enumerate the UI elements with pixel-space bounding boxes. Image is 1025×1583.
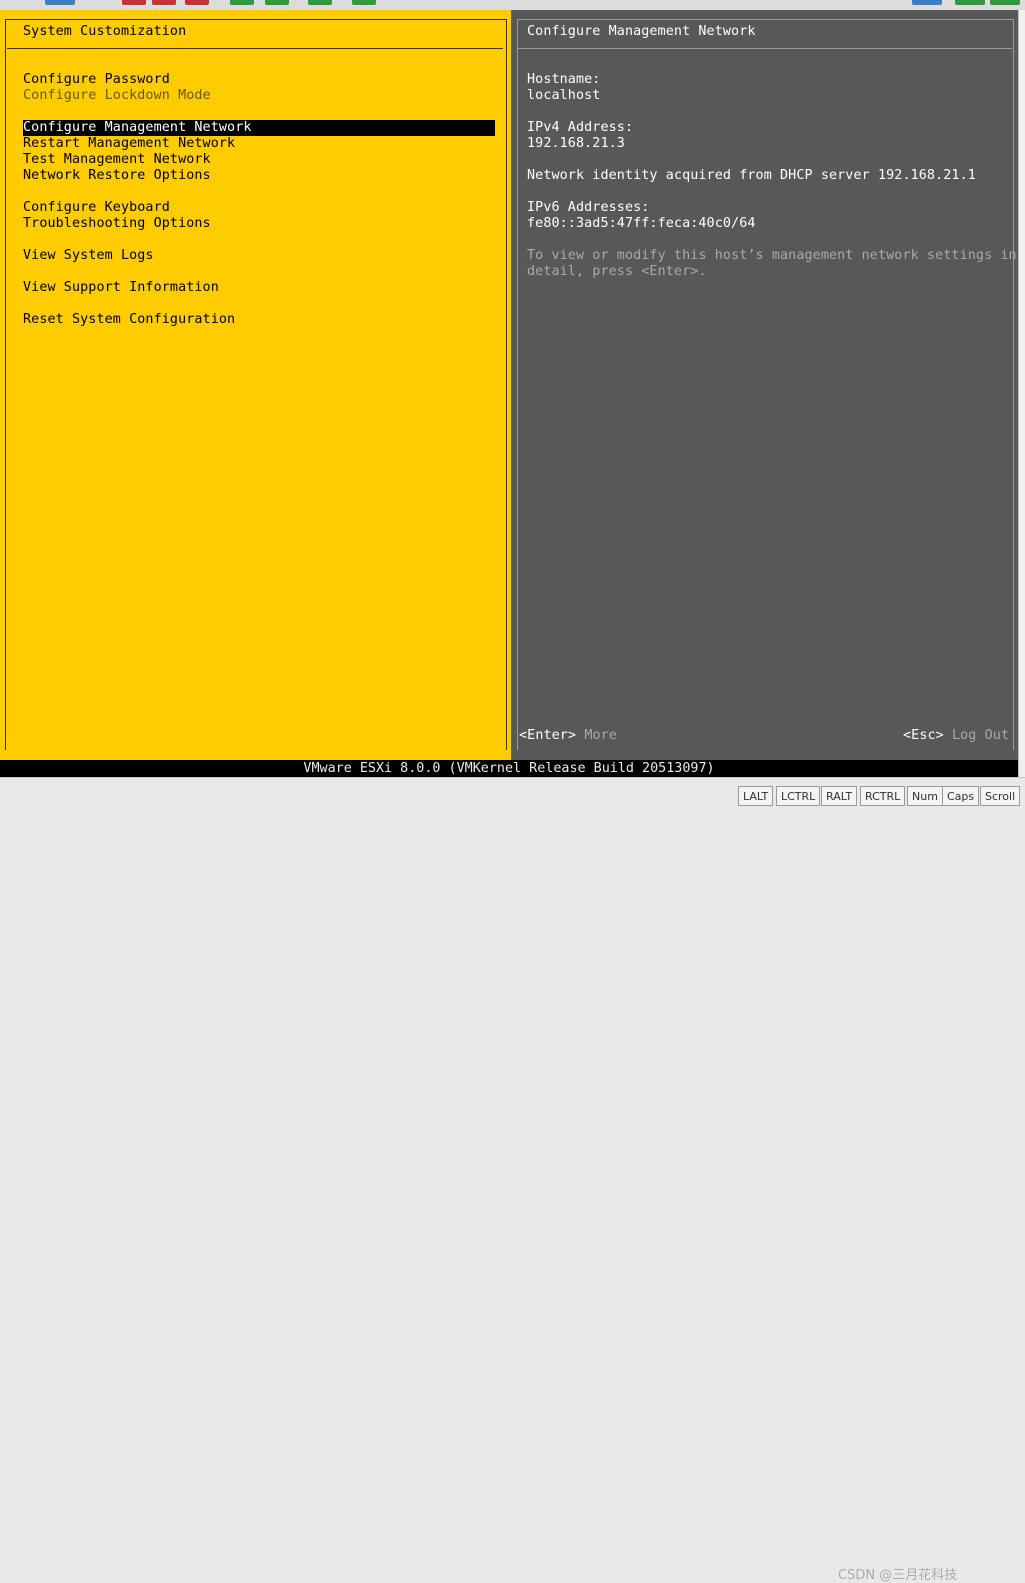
menu-item-troubleshooting-options[interactable]: Troubleshooting Options bbox=[23, 216, 211, 232]
system-customization-pane: System Customization Configure Password … bbox=[0, 10, 512, 760]
ralt-key-button[interactable]: RALT bbox=[821, 786, 858, 806]
watermark-text: CSDN @三月花科技 bbox=[838, 1568, 958, 1583]
ipv6-label: IPv6 Addresses: bbox=[527, 200, 650, 215]
dhcp-note: Network identity acquired from DHCP serv… bbox=[527, 168, 976, 183]
menu-item-view-support-information[interactable]: View Support Information bbox=[23, 280, 219, 296]
hostname-label: Hostname: bbox=[527, 72, 601, 87]
lalt-key-button[interactable]: LALT bbox=[738, 786, 774, 806]
hostname-value: localhost bbox=[527, 88, 601, 103]
menu-item-test-management-network[interactable]: Test Management Network bbox=[23, 152, 211, 168]
detail-title-divider bbox=[518, 48, 1012, 49]
enter-action-label: More bbox=[584, 728, 617, 743]
viewer-toolbar-strip bbox=[0, 0, 1025, 10]
hint-text-line-2: detail, press <Enter>. bbox=[527, 264, 707, 279]
menu-item-reset-system-configuration[interactable]: Reset System Configuration bbox=[23, 312, 235, 328]
footer-esc-logout[interactable]: <Esc> Log Out bbox=[903, 728, 1009, 744]
menu-item-network-restore-options[interactable]: Network Restore Options bbox=[23, 168, 211, 184]
num-lock-button[interactable]: Num bbox=[907, 786, 943, 806]
viewer-scrollbar[interactable] bbox=[1018, 10, 1025, 777]
esc-key-label: <Esc> bbox=[903, 728, 944, 743]
esc-action-label: Log Out bbox=[951, 728, 1010, 743]
menu-item-configure-password[interactable]: Configure Password bbox=[23, 72, 170, 88]
menu-item-restart-management-network[interactable]: Restart Management Network bbox=[23, 136, 235, 152]
pane-title: System Customization bbox=[23, 24, 187, 39]
enter-key-label: <Enter> bbox=[519, 728, 577, 743]
scroll-lock-button[interactable]: Scroll bbox=[980, 786, 1021, 806]
caps-lock-button[interactable]: Caps bbox=[942, 786, 980, 806]
lctrl-key-button[interactable]: LCTRL bbox=[776, 786, 821, 806]
detail-title: Configure Management Network bbox=[527, 24, 756, 39]
ipv4-value: 192.168.21.3 bbox=[527, 136, 625, 151]
menu-item-configure-lockdown-mode[interactable]: Configure Lockdown Mode bbox=[23, 88, 211, 104]
special-keys-bar: LALT LCTRL RALT RCTRL Num Caps Scroll CS… bbox=[0, 777, 1025, 1583]
title-divider bbox=[7, 48, 503, 49]
detail-pane: Configure Management Network Hostname: l… bbox=[512, 10, 1018, 760]
status-bar: VMware ESXi 8.0.0 (VMKernel Release Buil… bbox=[0, 761, 1018, 777]
menu-item-configure-management-network[interactable]: Configure Management Network bbox=[23, 120, 495, 136]
rctrl-key-button[interactable]: RCTRL bbox=[860, 786, 906, 806]
esxi-dcui-console[interactable]: System Customization Configure Password … bbox=[0, 10, 1018, 777]
ipv6-value: fe80::3ad5:47ff:feca:40c0/64 bbox=[527, 216, 756, 231]
hint-text-line-1: To view or modify this host’s management… bbox=[527, 248, 1017, 263]
footer-enter-more[interactable]: <Enter> More bbox=[519, 728, 617, 744]
menu-item-configure-keyboard[interactable]: Configure Keyboard bbox=[23, 200, 170, 216]
ipv4-label: IPv4 Address: bbox=[527, 120, 634, 135]
menu-item-view-system-logs[interactable]: View System Logs bbox=[23, 248, 154, 264]
